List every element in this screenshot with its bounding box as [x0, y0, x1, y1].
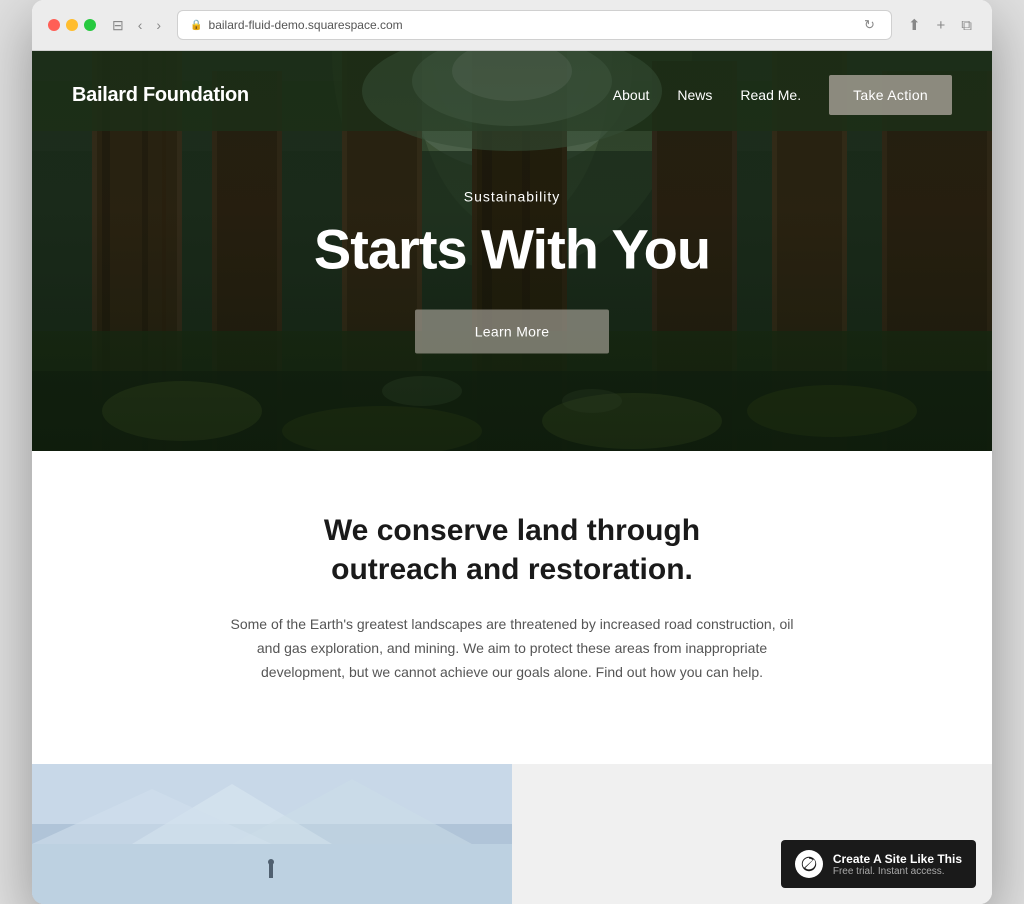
browser-window: ⊟ ‹ › 🔒 bailard-fluid-demo.squarespace.c…	[32, 0, 992, 904]
hero-title: Starts With You	[32, 217, 992, 282]
main-nav: Bailard Foundation About News Read Me. T…	[32, 51, 992, 139]
hero-section: Bailard Foundation About News Read Me. T…	[32, 51, 992, 451]
minimize-button[interactable]	[66, 19, 78, 31]
badge-subtitle: Free trial. Instant access.	[833, 866, 962, 877]
squarespace-badge[interactable]: Create A Site Like This Free trial. Inst…	[781, 840, 976, 888]
website-content: Bailard Foundation About News Read Me. T…	[32, 51, 992, 904]
squarespace-badge-text: Create A Site Like This Free trial. Inst…	[833, 852, 962, 877]
take-action-button[interactable]: Take Action	[829, 75, 952, 115]
address-bar[interactable]: 🔒 bailard-fluid-demo.squarespace.com ↻	[177, 10, 892, 40]
url-text: bailard-fluid-demo.squarespace.com	[209, 18, 403, 32]
nav-about[interactable]: About	[613, 87, 650, 103]
lock-icon: 🔒	[190, 20, 202, 31]
browser-chrome: ⊟ ‹ › 🔒 bailard-fluid-demo.squarespace.c…	[32, 0, 992, 51]
browser-actions: ⬆ + ⧉	[904, 14, 976, 36]
site-logo: Bailard Foundation	[72, 84, 249, 107]
traffic-lights	[48, 19, 96, 31]
browser-controls: ⊟ ‹ ›	[108, 15, 165, 36]
content-heading: We conserve land through outreach and re…	[272, 511, 752, 589]
content-section: We conserve land through outreach and re…	[32, 451, 992, 764]
hero-content: Sustainability Starts With You Learn Mor…	[32, 189, 992, 354]
refresh-button[interactable]: ↻	[860, 15, 879, 35]
sidebar-toggle[interactable]: ⊟	[108, 15, 128, 36]
squarespace-logo	[795, 850, 823, 878]
fullscreen-button[interactable]	[84, 19, 96, 31]
forward-button[interactable]: ›	[152, 15, 165, 35]
nav-links: About News Read Me. Take Action	[613, 75, 952, 115]
bottom-landscape-image	[32, 764, 512, 904]
new-tab-button[interactable]: +	[933, 14, 950, 36]
badge-title: Create A Site Like This	[833, 852, 962, 866]
bottom-strip: Create A Site Like This Free trial. Inst…	[32, 764, 992, 904]
content-body: Some of the Earth's greatest landscapes …	[222, 613, 802, 684]
share-button[interactable]: ⬆	[904, 14, 925, 36]
nav-readMe[interactable]: Read Me.	[740, 87, 801, 103]
nav-news[interactable]: News	[677, 87, 712, 103]
bottom-right-area: Create A Site Like This Free trial. Inst…	[512, 764, 992, 904]
close-button[interactable]	[48, 19, 60, 31]
back-button[interactable]: ‹	[134, 15, 147, 35]
duplicate-button[interactable]: ⧉	[957, 14, 976, 36]
learn-more-button[interactable]: Learn More	[415, 310, 610, 354]
hero-subtitle: Sustainability	[32, 189, 992, 205]
